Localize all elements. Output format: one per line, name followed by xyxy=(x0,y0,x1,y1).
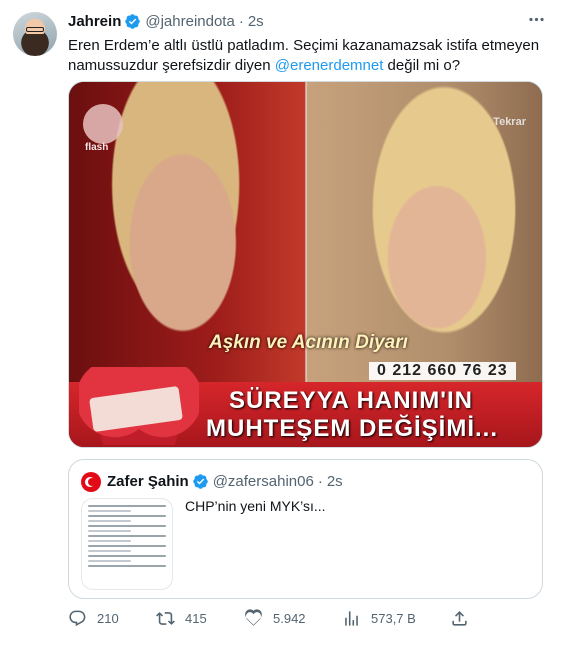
quote-media-thumbnail[interactable] xyxy=(81,498,173,590)
tweet-text-after: değil mi o? xyxy=(383,57,461,74)
like-count: 5.942 xyxy=(273,611,306,626)
avatar-beard xyxy=(25,34,45,50)
quote-text: CHP’nin yeni MYK’sı... xyxy=(185,498,326,514)
quote-author-avatar[interactable] xyxy=(81,472,101,492)
banner-line-2: MUHTEŞEM DEĞİŞİMİ... xyxy=(206,415,499,442)
quote-author-handle[interactable]: @zafersahin06 xyxy=(213,473,314,490)
tweet-header: Jahrein @jahreindota · 2s xyxy=(68,13,264,30)
rerun-label: Tekrar xyxy=(493,116,526,128)
views-count: 573,7 B xyxy=(371,611,416,626)
retweet-count: 415 xyxy=(185,611,207,626)
thumb-line xyxy=(88,540,131,542)
thumb-line xyxy=(88,505,166,507)
author-name[interactable]: Jahrein xyxy=(68,13,121,30)
thumb-line xyxy=(88,555,166,557)
heart-icon xyxy=(245,609,262,626)
banner-line-1: SÜREYYA HANIM'IN xyxy=(229,387,473,414)
quote-header: Zafer Şahin @zafersahin06 · 2s xyxy=(107,473,343,490)
thumb-line xyxy=(88,545,166,547)
share-icon xyxy=(452,611,467,626)
quote-time[interactable]: 2s xyxy=(327,473,343,490)
thumb-line xyxy=(88,550,131,552)
mention-link[interactable]: @erenerdemnet xyxy=(275,57,384,74)
reply-icon xyxy=(69,610,86,627)
thumb-line xyxy=(88,535,166,537)
share-button[interactable] xyxy=(450,609,479,628)
author-handle[interactable]: @jahreindota xyxy=(145,13,234,30)
views-chart-icon xyxy=(345,611,358,626)
verified-badge-icon xyxy=(192,474,208,489)
thumb-line xyxy=(88,520,131,522)
author-avatar[interactable] xyxy=(13,12,57,56)
quote-author-name[interactable]: Zafer Şahin xyxy=(107,473,189,490)
reply-count: 210 xyxy=(97,611,119,626)
reply-button[interactable]: 210 xyxy=(68,609,119,628)
thumb-line xyxy=(88,560,131,562)
like-button[interactable]: 5.942 xyxy=(244,609,306,628)
separator-dot: · xyxy=(238,13,244,30)
more-icon[interactable] xyxy=(526,10,546,30)
thumb-line xyxy=(88,530,131,532)
thumb-line xyxy=(88,510,131,512)
thumb-line xyxy=(88,565,166,567)
verified-badge-icon xyxy=(125,14,141,29)
quote-separator-dot: · xyxy=(317,473,323,490)
channel-logo-text: flash xyxy=(85,142,109,153)
more-dots-glyph xyxy=(528,17,544,22)
tweet-text: Eren Erdem’e altlı üstlü patladım. Seçim… xyxy=(68,36,548,76)
tweet-actions: 210 415 5.942 573,7 B xyxy=(68,609,488,633)
show-title: Aşkın ve Acının Diyarı xyxy=(209,332,408,353)
quoted-tweet[interactable]: Zafer Şahin @zafersahin06 · 2s CHP’nin y xyxy=(68,459,543,599)
tweet-time[interactable]: 2s xyxy=(248,13,264,30)
views-button[interactable]: 573,7 B xyxy=(342,609,416,628)
retweet-icon xyxy=(156,612,175,625)
crescent-cut xyxy=(88,478,96,486)
channel-logo xyxy=(83,104,123,144)
phone-number: 0 212 660 76 23 xyxy=(369,362,516,380)
thumb-line xyxy=(88,515,166,517)
avatar-glasses xyxy=(26,27,44,32)
thumb-line xyxy=(88,525,166,527)
retweet-button[interactable]: 415 xyxy=(156,609,207,628)
tweet-media-image[interactable]: flash Tekrar Aşkın ve Acının Diyarı 0 21… xyxy=(68,81,543,448)
